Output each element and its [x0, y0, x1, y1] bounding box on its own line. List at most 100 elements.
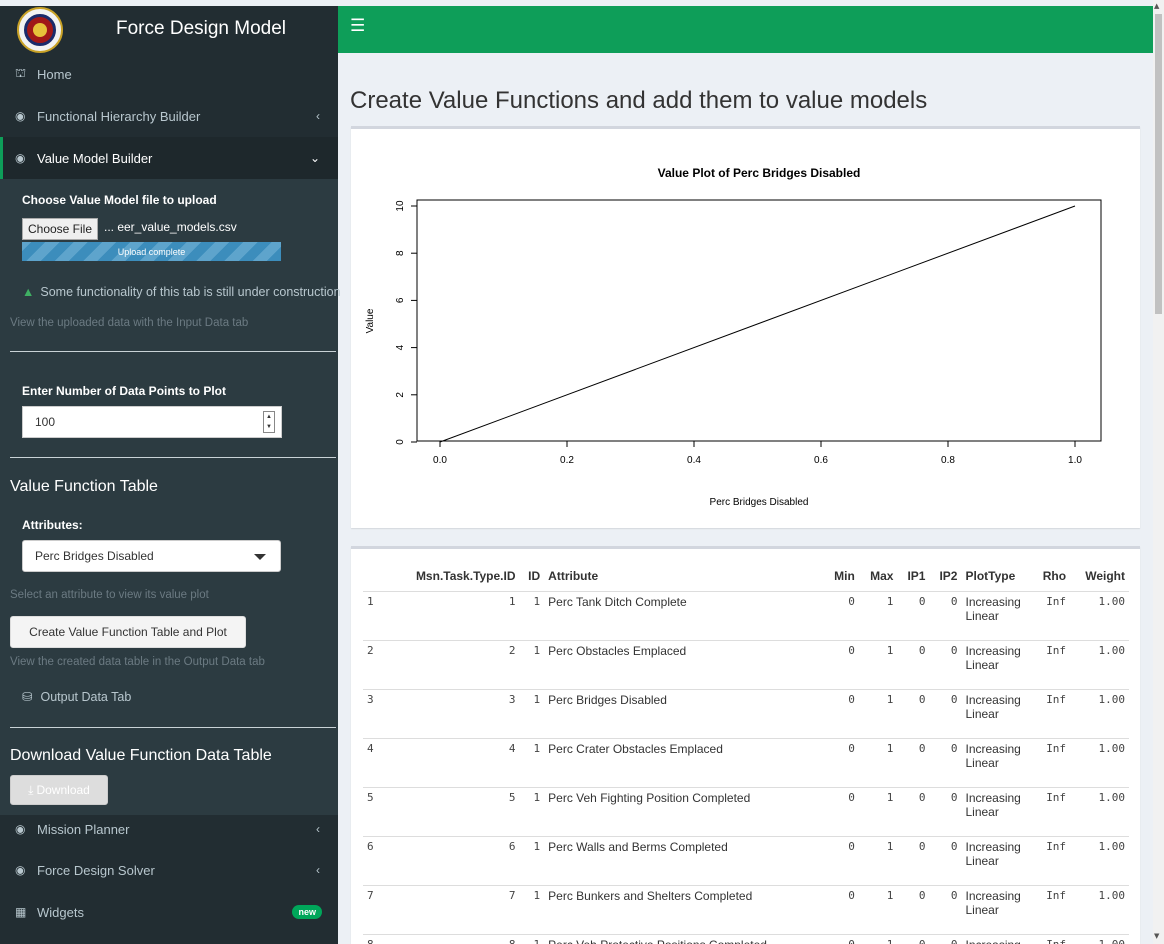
scrollbar-thumb[interactable] — [1155, 14, 1162, 314]
upload-status: Upload complete — [117, 246, 186, 257]
divider — [10, 727, 336, 728]
table-cell: Inf — [1031, 737, 1071, 787]
spin-down-icon[interactable]: ▼ — [266, 424, 272, 430]
column-header[interactable]: PlotType — [961, 561, 1032, 592]
table-cell: 0 — [823, 786, 859, 836]
table-cell: 0 — [823, 688, 859, 738]
table-cell: 1.00 — [1070, 933, 1129, 944]
table-cell: 8 — [363, 933, 387, 944]
table-row[interactable]: 4 4 1 Perc Crater Obstacles Emplaced 0 1 0 0 Inc… — [363, 737, 1129, 787]
table-row[interactable]: 6 6 1 Perc Walls and Berms Completed 0 1 0 0 Inc… — [363, 835, 1129, 885]
attributes-label: Attributes: — [22, 518, 83, 532]
y-tick-label: 0 — [395, 439, 406, 445]
sidebar-item-mission-planner[interactable]: ◉ Mission Planner ‹ — [0, 808, 338, 850]
num-points-label: Enter Number of Data Points to Plot — [22, 384, 227, 398]
column-header[interactable]: Weight — [1070, 561, 1129, 592]
table-row[interactable]: 3 3 1 Perc Bridges Disabled 0 1 0 0 Increasing L… — [363, 688, 1129, 738]
table-row[interactable]: 7 7 1 Perc Bunkers and Shelters Completed 0 1… — [363, 884, 1129, 934]
value-plot-chart: Value Plot of Perc Bridges Disabled 0.0 0.… — [365, 166, 1102, 508]
attributes-select[interactable]: Perc Bridges Disabled — [22, 540, 281, 572]
table-cell: 3 — [363, 688, 387, 738]
table-cell: 0 — [897, 590, 930, 640]
sidebar-item-force-design-solver[interactable]: ◉ Force Design Solver ‹ — [0, 849, 338, 891]
table-row[interactable]: 1 1 1 Perc Tank Ditch Complete 0 1 0 0 Increasin… — [363, 590, 1129, 640]
table-cell: 6 — [387, 835, 520, 885]
divider — [10, 351, 336, 352]
choose-file-button[interactable]: Choose File — [22, 218, 98, 240]
table-cell: 4 — [363, 737, 387, 787]
table-cell: 7 — [387, 884, 520, 934]
chevron-left-icon: ‹ — [316, 109, 320, 123]
create-value-function-button[interactable]: Create Value Function Table and Plot — [10, 616, 246, 648]
column-header[interactable]: IP2 — [929, 561, 962, 592]
column-header[interactable]: Max — [858, 561, 898, 592]
scroll-down-icon[interactable]: ▼ — [1154, 932, 1159, 940]
number-spinner[interactable]: ▲ ▼ — [263, 411, 275, 433]
help-text: View the uploaded data with the Input Da… — [10, 317, 249, 329]
table-row[interactable]: 2 2 1 Perc Obstacles Emplaced 0 1 0 0 Increasing… — [363, 639, 1129, 689]
table-cell: 1 — [387, 590, 520, 640]
table-cell: Inf — [1031, 590, 1071, 640]
sidebar-item-functional-hierarchy[interactable]: ◉ Functional Hierarchy Builder ‹ — [0, 95, 338, 137]
y-tick-label: 10 — [395, 200, 406, 212]
column-header[interactable]: IP1 — [897, 561, 930, 592]
value-function-table: Msn.Task.Type.ID ID Attribute Min Max IP1 IP2 P… — [363, 561, 1129, 944]
table-row[interactable]: 881Perc Veh Protective Positions Complet… — [363, 933, 1129, 944]
sidebar-item-widgets[interactable]: ▦ Widgets new — [0, 891, 338, 933]
sidebar-item-value-model-builder[interactable]: ◉ Value Model Builder ⌄ — [0, 137, 338, 179]
spin-up-icon[interactable]: ▲ — [266, 414, 272, 420]
table-cell: Perc Bridges Disabled — [544, 688, 824, 738]
column-header[interactable]: Rho — [1031, 561, 1071, 592]
table-cell: 0 — [823, 639, 859, 689]
scroll-up-icon[interactable]: ▲ — [1154, 2, 1159, 10]
table-cell: 0 — [823, 737, 859, 787]
divider — [10, 457, 336, 458]
plot-frame — [416, 199, 1102, 442]
table-cell: 0 — [929, 639, 962, 689]
table-cell: Increasing Linear — [961, 933, 1032, 944]
sidebar-item-label: Mission Planner — [37, 821, 130, 837]
column-header[interactable]: ID — [519, 561, 545, 592]
table-cell: 0 — [823, 590, 859, 640]
chevron-left-icon: ‹ — [316, 822, 320, 836]
table-cell: 2 — [387, 639, 520, 689]
sidebar: ⛫ Home ◉ Functional Hierarchy Builder ‹ … — [0, 53, 341, 944]
table-box: Msn.Task.Type.ID ID Attribute Min Max IP1 IP2 P… — [351, 546, 1140, 944]
output-data-tab-link[interactable]: ⛁ Output Data Tab — [22, 689, 131, 704]
warning-icon: ▲ — [22, 285, 35, 299]
table-cell: 0 — [897, 933, 930, 944]
caret-down-icon — [254, 554, 266, 560]
grid-icon: ▦ — [15, 905, 27, 919]
table-cell: Increasing Linear — [961, 688, 1032, 738]
table-cell: Increasing Linear — [961, 639, 1032, 689]
sidebar-toggle-icon[interactable]: ☰ — [350, 16, 365, 36]
chevron-down-icon: ⌄ — [309, 151, 320, 165]
download-button[interactable]: ⤓ Download — [10, 775, 108, 805]
table-cell: 8 — [387, 933, 520, 944]
y-tick-label: 6 — [395, 297, 406, 303]
table-cell: 6 — [363, 835, 387, 885]
column-header[interactable] — [363, 561, 387, 592]
table-cell: 5 — [387, 786, 520, 836]
help-text: View the created data table in the Outpu… — [10, 656, 265, 668]
table-row[interactable]: 5 5 1 Perc Veh Fighting Position Completed 0… — [363, 786, 1129, 836]
x-tick-label: 1.0 — [1068, 455, 1082, 466]
table-cell: 1 — [519, 884, 545, 934]
scrollbar[interactable]: ▲ ▼ — [1153, 0, 1164, 944]
sidebar-item-label: Home — [37, 66, 72, 82]
table-cell: Inf — [1031, 639, 1071, 689]
column-header[interactable]: Msn.Task.Type.ID — [387, 561, 520, 592]
table-cell: Perc Bunkers and Shelters Completed — [544, 884, 824, 934]
column-header[interactable]: Min — [823, 561, 859, 592]
table-cell: 7 — [363, 884, 387, 934]
sidebar-item-home[interactable]: ⛫ Home — [0, 53, 338, 95]
num-points-input[interactable]: 100 ▲ ▼ — [22, 406, 282, 438]
table-cell: 0 — [929, 933, 962, 944]
download-label: Download — [36, 783, 90, 797]
table-cell: Increasing Linear — [961, 835, 1032, 885]
table-cell: 0 — [897, 688, 930, 738]
table-cell: Perc Crater Obstacles Emplaced — [544, 737, 824, 787]
column-header[interactable]: Attribute — [544, 561, 824, 592]
sidebar-item-label: Force Design Solver — [37, 862, 155, 878]
help-text: Select an attribute to view its value pl… — [10, 589, 209, 601]
